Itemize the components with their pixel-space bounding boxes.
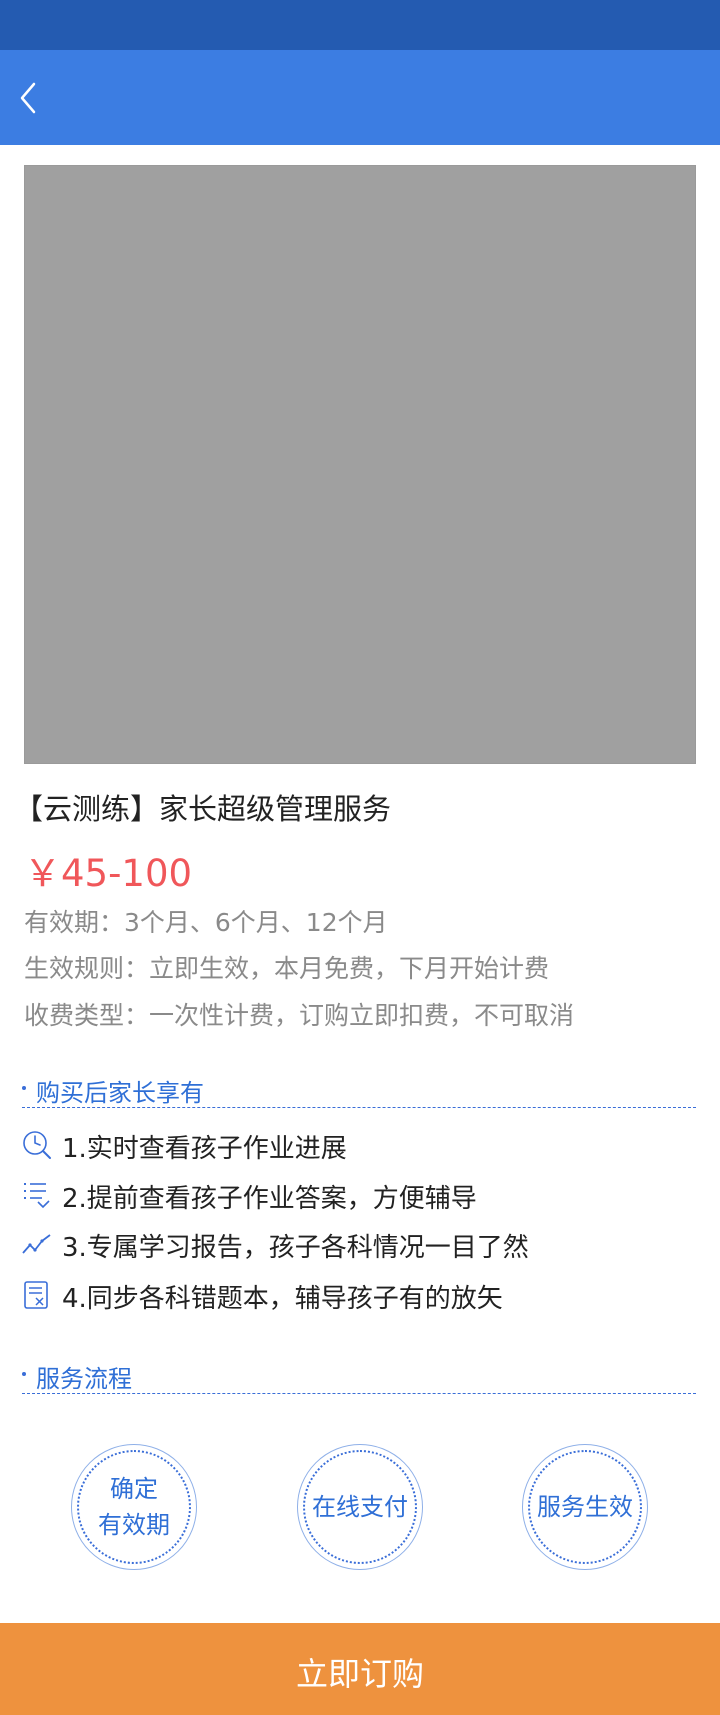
step-text: 服务生效 (523, 1489, 647, 1525)
step-text: 在线支付 (298, 1489, 422, 1525)
benefits-section-header: 购买后家长享有 (22, 1069, 696, 1108)
status-bar (0, 0, 720, 50)
product-image (24, 165, 696, 764)
list-icon (24, 1183, 50, 1209)
benefit-text: 1.实时查看孩子作业进展 (62, 1134, 347, 1164)
process-section-header: 服务流程 (22, 1355, 696, 1394)
benefit-item: 4.同步各科错题本，辅导孩子有的放矢 (22, 1275, 702, 1315)
buy-now-label: 立即订购 (295, 1655, 424, 1693)
process-section-title: 服务流程 (36, 1365, 132, 1393)
benefit-text: 3.专属学习报告，孩子各科情况一目了然 (62, 1233, 529, 1263)
clock-search-icon (23, 1131, 51, 1159)
step-line: 确定 (110, 1475, 158, 1503)
step-line: 服务生效 (537, 1493, 633, 1521)
validity-info: 有效期：3个月、6个月、12个月 (24, 908, 388, 937)
benefit-item: 3.专属学习报告，孩子各科情况一目了然 (22, 1224, 702, 1264)
benefits-section-title: 购买后家长享有 (36, 1079, 204, 1107)
benefit-text: 4.同步各科错题本，辅导孩子有的放矢 (62, 1284, 503, 1314)
product-title: 【云测练】家长超级管理服务 (14, 792, 392, 826)
process-step-confirm-validity: 确定 有效期 (71, 1444, 197, 1570)
trend-chart-icon (22, 1234, 51, 1254)
benefit-item: 1.实时查看孩子作业进展 (22, 1125, 702, 1165)
fee-type-info: 收费类型：一次性计费，订购立即扣费，不可取消 (24, 1001, 575, 1030)
benefit-item: 2.提前查看孩子作业答案，方便辅导 (22, 1175, 702, 1215)
step-text: 确定 有效期 (72, 1471, 196, 1543)
process-step-online-payment: 在线支付 (297, 1444, 423, 1570)
product-price: ￥45-100 (24, 852, 193, 895)
bullet-dot-icon (22, 1086, 26, 1090)
effect-rule-info: 生效规则：立即生效，本月免费，下月开始计费 (24, 954, 550, 983)
buy-now-button[interactable]: 立即订购 (0, 1623, 720, 1715)
back-button[interactable] (14, 76, 54, 120)
step-line: 在线支付 (312, 1493, 408, 1521)
benefit-text: 2.提前查看孩子作业答案，方便辅导 (62, 1184, 477, 1214)
error-document-icon (24, 1281, 48, 1309)
step-line: 有效期 (98, 1511, 170, 1539)
chevron-left-icon (20, 82, 36, 114)
process-step-service-active: 服务生效 (522, 1444, 648, 1570)
nav-bar (0, 50, 720, 145)
bullet-dot-icon (22, 1372, 26, 1376)
